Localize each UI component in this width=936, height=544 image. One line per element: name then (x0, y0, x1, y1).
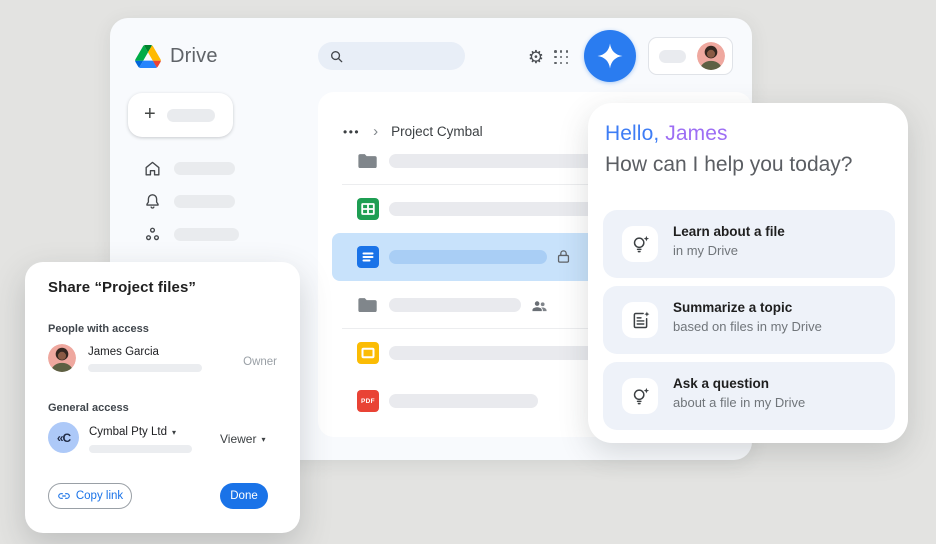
drive-logo[interactable]: Drive (135, 45, 218, 68)
account-chip[interactable] (648, 37, 733, 75)
lock-icon (555, 248, 572, 270)
bell-icon (143, 192, 162, 211)
pdf-icon: PDF (357, 390, 379, 412)
copy-link-button[interactable]: Copy link (48, 483, 132, 509)
user-avatar[interactable] (697, 42, 725, 70)
caret-down-icon: ▾ (172, 428, 176, 437)
general-access-scope-dropdown[interactable]: Cymbal Pty Ltd ▾ (89, 426, 176, 438)
suggestion-card-learn[interactable]: Learn about a file in my Drive (603, 210, 895, 278)
filename-placeholder (389, 250, 547, 264)
gemini-spark-icon (595, 41, 625, 71)
account-placeholder (659, 50, 686, 63)
done-button[interactable]: Done (220, 483, 268, 509)
owner-name: James Garcia (88, 346, 159, 358)
summarize-spark-icon (622, 302, 658, 338)
greeting-name: James (665, 122, 727, 145)
settings-gear-icon[interactable]: ⚙ (525, 46, 547, 68)
gemini-assistant-panel: Hello, James How can I help you today? L… (588, 103, 908, 443)
org-avatar: «C (48, 422, 79, 453)
suggestion-subtitle: based on files in my Drive (673, 319, 822, 334)
search-input[interactable] (318, 42, 465, 70)
filename-placeholder (389, 394, 538, 408)
access-desc-placeholder (89, 445, 192, 453)
filename-placeholder (389, 298, 521, 312)
viewer-role-dropdown[interactable]: Viewer ▾ (220, 432, 265, 446)
drive-triangle-icon (135, 45, 161, 68)
new-label-placeholder (167, 109, 215, 122)
greeting-line: Hello, James (605, 122, 728, 146)
suggestion-subtitle: in my Drive (673, 243, 738, 258)
slides-icon (357, 342, 379, 364)
owner-email-placeholder (88, 364, 202, 372)
sheets-icon (357, 198, 379, 220)
share-dialog: Share “Project files” People with access… (25, 262, 300, 533)
owner-role-label: Owner (243, 356, 277, 368)
lightbulb-spark-icon (622, 378, 658, 414)
gemini-spark-button[interactable] (584, 30, 636, 82)
suggestion-card-ask[interactable]: Ask a question about a file in my Drive (603, 362, 895, 430)
people-icon (530, 297, 549, 321)
label-placeholder (174, 195, 235, 208)
folder-icon (357, 294, 379, 321)
link-icon (57, 489, 71, 503)
people-with-access-label: People with access (48, 323, 149, 335)
owner-avatar (48, 344, 76, 372)
search-icon (329, 49, 344, 64)
greeting-hello: Hello, (605, 122, 659, 145)
suggestion-title: Ask a question (673, 376, 769, 391)
lightbulb-spark-icon (622, 226, 658, 262)
folder-icon (357, 150, 379, 177)
home-icon (143, 159, 162, 178)
sidebar-item-shared[interactable] (128, 222, 288, 246)
dots-cluster-icon (143, 225, 162, 244)
new-button[interactable]: + (128, 93, 233, 137)
sidebar-item-notifications[interactable] (128, 189, 288, 213)
plus-icon: + (144, 104, 156, 124)
share-dialog-title: Share “Project files” (48, 279, 196, 296)
label-placeholder (174, 162, 235, 175)
filename-placeholder (389, 346, 599, 360)
label-placeholder (174, 228, 239, 241)
sidebar-item-home[interactable] (128, 156, 288, 180)
greeting-subtitle: How can I help you today? (605, 153, 853, 177)
apps-grid-icon[interactable] (554, 50, 569, 65)
filename-placeholder (389, 202, 599, 216)
suggestion-card-summarize[interactable]: Summarize a topic based on files in my D… (603, 286, 895, 354)
suggestion-title: Learn about a file (673, 224, 785, 239)
general-access-label: General access (48, 402, 129, 414)
caret-down-icon: ▾ (261, 435, 265, 444)
docs-icon (357, 246, 379, 268)
suggestion-title: Summarize a topic (673, 300, 792, 315)
filename-placeholder (389, 154, 599, 168)
suggestion-subtitle: about a file in my Drive (673, 395, 805, 410)
app-title: Drive (170, 45, 218, 68)
